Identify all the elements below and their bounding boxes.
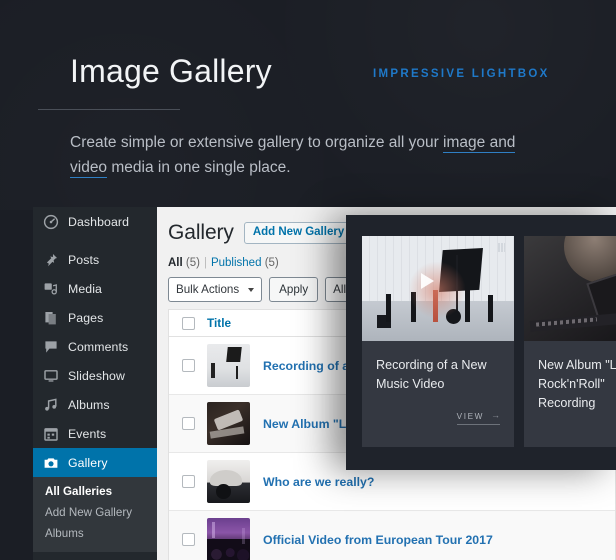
filter-published-link[interactable]: Published: [211, 257, 262, 269]
sidebar-item-label: Comments: [68, 339, 129, 354]
pages-icon: [43, 310, 59, 326]
sidebar-item-comments[interactable]: Comments: [33, 332, 157, 361]
submenu-item-all-galleries[interactable]: All Galleries: [33, 481, 157, 502]
gallery-thumbnail: [207, 344, 250, 387]
play-glow: [407, 261, 466, 320]
sidebar-item-pages[interactable]: Pages: [33, 303, 157, 332]
row-select-cell[interactable]: [169, 417, 207, 430]
sidebar-item-label: Events: [68, 426, 107, 441]
pin-icon: [43, 252, 59, 268]
gallery-page-title: Gallery: [168, 221, 234, 244]
sidebar-item-label: Posts: [68, 252, 100, 267]
sidebar-item-media[interactable]: Media: [33, 274, 157, 303]
calendar-icon: [43, 426, 59, 442]
gallery-thumbnail: [207, 460, 250, 503]
select-all-cell[interactable]: [169, 316, 207, 330]
sidebar-item-posts[interactable]: Posts: [33, 245, 157, 274]
play-icon[interactable]: [420, 273, 434, 290]
add-new-gallery-button[interactable]: Add New Gallery: [243, 221, 354, 245]
media-figure: [386, 294, 392, 323]
gallery-title-link[interactable]: Who are we really?: [263, 475, 374, 489]
sidebar-item-label: Slideshow: [68, 368, 125, 383]
submenu-item-label: Add New Gallery: [45, 506, 132, 519]
hero-subtitle: Create simple or extensive gallery to or…: [70, 130, 540, 180]
bulk-actions-value: Bulk Actions: [176, 283, 240, 296]
sidebar-item-label: Albums: [68, 397, 110, 412]
select-all-checkbox[interactable]: [181, 316, 195, 330]
row-select-cell[interactable]: [169, 475, 207, 488]
camera-icon: [43, 455, 59, 471]
row-checkbox[interactable]: [181, 475, 195, 488]
submenu-item-add-new-gallery[interactable]: Add New Gallery: [33, 502, 157, 523]
lightbox-card-title: Recording of a New Music Video: [376, 358, 487, 391]
sidebar-item-events[interactable]: Events: [33, 419, 157, 448]
lightbox-card-title: New Album "Life is Rock'n'Roll" Recordin…: [538, 358, 616, 410]
gallery-thumbnail: [207, 402, 250, 445]
lightbox-card-body: New Album "Life is Rock'n'Roll" Recordin…: [524, 341, 616, 413]
lightbox-card-media[interactable]: [362, 236, 514, 341]
lightbox-overlay: Recording of a New Music Video VIEW → Ne…: [346, 215, 616, 470]
lightbox-card[interactable]: Recording of a New Music Video VIEW →: [362, 236, 514, 447]
admin-sidebar: Dashboard Posts Media Pages Comments Sli…: [33, 207, 165, 560]
arrow-right-icon: →: [491, 410, 500, 420]
filter-all-link[interactable]: All: [168, 257, 183, 269]
table-row[interactable]: Official Video from European Tour 2017: [169, 511, 615, 560]
filter-separator: |: [203, 257, 207, 269]
filter-published-count: (5): [264, 257, 279, 269]
sidebar-item-slideshow[interactable]: Slideshow: [33, 361, 157, 390]
sidebar-item-label: Dashboard: [68, 214, 130, 229]
submenu-item-label: All Galleries: [45, 485, 113, 498]
sidebar-item-label: Gallery: [68, 455, 108, 470]
sidebar-item-gallery[interactable]: Gallery: [33, 448, 165, 477]
sidebar-item-label: Pages: [68, 310, 104, 325]
content-header: Gallery Add New Gallery: [168, 221, 354, 245]
lightbox-card-media[interactable]: [524, 236, 616, 341]
page-title: Image Gallery: [70, 53, 272, 89]
submenu-item-label: Albums: [45, 527, 84, 540]
monitor-icon: [43, 368, 59, 384]
chevron-down-icon: [248, 287, 255, 292]
sidebar-item-label: Media: [68, 281, 102, 296]
lightbox-card-body: Recording of a New Music Video: [362, 341, 514, 394]
row-checkbox[interactable]: [181, 533, 195, 546]
hero-banner: Image Gallery IMPRESSIVE LIGHTBOX Create…: [0, 0, 616, 210]
row-select-cell[interactable]: [169, 533, 207, 546]
sidebar-item-dashboard[interactable]: Dashboard: [33, 207, 157, 236]
media-detail: [498, 243, 505, 252]
dashboard-icon: [43, 214, 59, 230]
gallery-title-link[interactable]: Official Video from European Tour 2017: [263, 533, 493, 547]
column-header-title[interactable]: Title: [207, 316, 231, 330]
apply-button[interactable]: Apply: [269, 277, 319, 302]
comment-icon: [43, 339, 59, 355]
hero-kicker: IMPRESSIVE LIGHTBOX: [373, 68, 550, 80]
sidebar-item-albums[interactable]: Albums: [33, 390, 157, 419]
hero-divider: [38, 109, 180, 110]
music-note-icon: [43, 397, 59, 413]
media-figure: [488, 295, 494, 323]
view-filter-links: All (5) | Published (5): [168, 257, 279, 269]
row-checkbox[interactable]: [181, 359, 195, 372]
bulk-actions-select[interactable]: Bulk Actions: [168, 277, 263, 302]
lightbox-card[interactable]: New Album "Life is Rock'n'Roll" Recordin…: [524, 236, 616, 447]
media-icon: [43, 281, 59, 297]
lightbox-view-link[interactable]: VIEW →: [456, 410, 500, 425]
sidebar-submenu-gallery: All Galleries Add New Gallery Albums: [33, 477, 157, 552]
row-select-cell[interactable]: [169, 359, 207, 372]
row-checkbox[interactable]: [181, 417, 195, 430]
media-figure: [465, 288, 471, 323]
view-label: VIEW: [456, 412, 484, 421]
sidebar-separator: [33, 552, 157, 560]
submenu-item-albums[interactable]: Albums: [33, 523, 157, 544]
filter-all-count: (5): [185, 257, 200, 269]
hero-subtitle-part-2: media in one single place.: [107, 159, 291, 176]
sidebar-separator: [33, 236, 157, 245]
gallery-thumbnail: [207, 518, 250, 560]
hero-subtitle-part-1: Create simple or extensive gallery to or…: [70, 134, 444, 151]
